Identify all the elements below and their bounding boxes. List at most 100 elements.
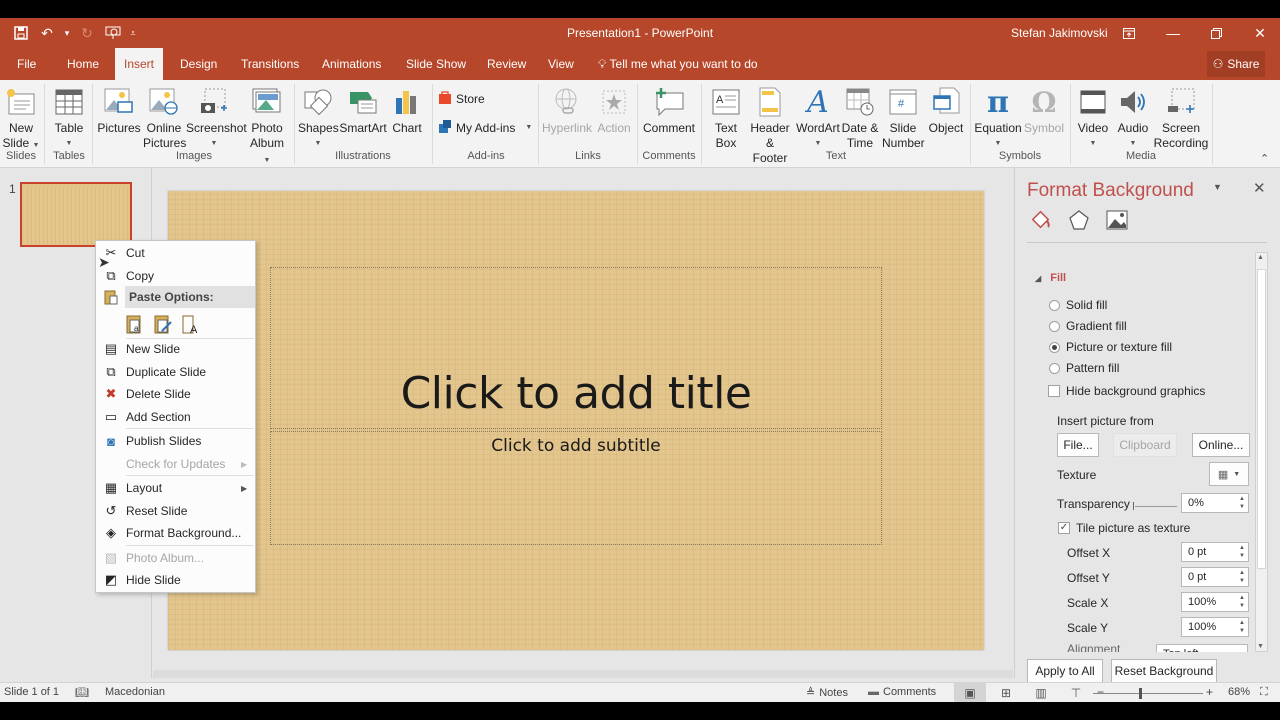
slide-sorter-view-icon[interactable]: ⊞ <box>990 683 1022 703</box>
tab-slide-show[interactable]: Slide Show <box>397 48 475 80</box>
menu-item-add-section[interactable]: ▭ Add Section <box>96 406 255 428</box>
store-button[interactable]: Store <box>438 90 485 107</box>
offset-y-spinner[interactable]: 0 pt ▲ ▼ <box>1181 567 1249 587</box>
pattern-fill-radio[interactable] <box>1049 362 1060 374</box>
pane-close-icon[interactable]: ✕ <box>1253 179 1266 197</box>
spinner-arrows-icon[interactable]: ▲ ▼ <box>1239 495 1245 511</box>
new-slide-button[interactable]: New Slide ▼ <box>2 83 40 153</box>
subtitle-placeholder[interactable]: Click to add subtitle <box>270 431 882 545</box>
scale-x-spinner[interactable]: 100% ▲ ▼ <box>1181 592 1249 612</box>
slide-thumbnail[interactable] <box>20 182 132 247</box>
date-time-button[interactable]: Date & Time <box>841 83 879 151</box>
screenshot-button[interactable]: Screenshot ▼ <box>186 83 247 151</box>
ribbon-display-options-icon[interactable] <box>1114 22 1144 44</box>
offset-x-spinner[interactable]: 0 pt ▲ ▼ <box>1181 542 1249 562</box>
slide-number-button[interactable]: # Slide Number <box>882 83 925 151</box>
fit-to-window-icon[interactable]: ⛶ <box>1260 686 1268 699</box>
menu-item-cut[interactable]: ✂ Cut <box>96 242 255 264</box>
text-box-button[interactable]: A Text Box <box>706 83 746 151</box>
close-icon[interactable]: ✕ <box>1245 22 1275 44</box>
menu-item-new-slide[interactable]: ▤ New Slide <box>96 338 255 360</box>
audio-button[interactable]: Audio ▼ <box>1114 83 1152 151</box>
online-button[interactable]: Online... <box>1192 433 1250 457</box>
spinner-arrows-icon[interactable]: ▲ ▼ <box>1239 619 1245 635</box>
menu-item-copy[interactable]: ⧉ Copy <box>96 265 255 287</box>
comment-button[interactable]: Comment <box>642 83 696 136</box>
hide-background-graphics-option[interactable]: Hide background graphics <box>1048 384 1205 398</box>
object-button[interactable]: Object <box>926 83 966 136</box>
pictures-button[interactable]: Pictures <box>96 83 142 136</box>
slide-canvas[interactable]: Click to add title Click to add subtitle <box>168 191 984 650</box>
spinner-arrows-icon[interactable]: ▲ ▼ <box>1239 544 1245 560</box>
transparency-slider[interactable] <box>1133 502 1177 510</box>
menu-item-format-background[interactable]: ◈ Format Background... <box>96 522 255 544</box>
paste-keep-source-formatting-icon[interactable] <box>152 313 174 335</box>
menu-item-reset-slide[interactable]: ↺ Reset Slide <box>96 500 255 522</box>
online-pictures-button[interactable]: Online Pictures <box>143 83 186 151</box>
alignment-dropdown[interactable]: Top left <box>1156 644 1248 652</box>
user-name[interactable]: Stefan Jakimovski <box>1011 26 1108 40</box>
tab-design[interactable]: Design <box>171 48 226 80</box>
comments-button[interactable]: ▬ Comments <box>868 686 936 698</box>
effects-pentagon-icon[interactable] <box>1067 208 1091 232</box>
restore-icon[interactable] <box>1201 22 1231 44</box>
equation-button[interactable]: π Equation ▼ <box>974 83 1022 151</box>
table-button[interactable]: Table ▼ <box>50 83 88 151</box>
spell-check-icon[interactable]: 📖︎ <box>75 686 89 699</box>
paste-use-destination-theme-icon[interactable]: a <box>124 313 146 335</box>
reading-view-icon[interactable]: ▥ <box>1025 683 1057 703</box>
hide-background-graphics-checkbox[interactable] <box>1048 385 1060 397</box>
notes-button[interactable]: ≜ Notes <box>806 686 848 700</box>
menu-item-hide-slide[interactable]: ◩ Hide Slide <box>96 569 255 591</box>
texture-picker[interactable]: ▦ ▼ <box>1209 462 1249 486</box>
fill-paint-bucket-icon[interactable] <box>1029 208 1053 232</box>
scale-y-spinner[interactable]: 100% ▲ ▼ <box>1181 617 1249 637</box>
zoom-slider[interactable] <box>1093 693 1203 694</box>
transparency-spinner[interactable]: 0% ▲ ▼ <box>1181 493 1249 513</box>
smartart-button[interactable]: SmartArt <box>339 83 387 136</box>
my-addins-button[interactable]: My Add-ins ▼ <box>438 119 532 136</box>
scroll-up-icon[interactable]: ▲ <box>1257 254 1264 261</box>
spinner-arrows-icon[interactable]: ▲ ▼ <box>1239 594 1245 610</box>
scroll-down-icon[interactable]: ▼ <box>1257 643 1264 650</box>
picture-texture-fill-radio[interactable] <box>1049 341 1060 353</box>
solid-fill-radio[interactable] <box>1049 299 1060 311</box>
screen-recording-button[interactable]: Screen Recording <box>1153 83 1209 151</box>
picture-icon[interactable] <box>1105 208 1129 232</box>
zoom-in-icon[interactable]: + <box>1206 685 1213 699</box>
tab-view[interactable]: View <box>539 48 583 80</box>
tab-review[interactable]: Review <box>478 48 535 80</box>
normal-view-icon[interactable]: ▣ <box>954 683 986 703</box>
tab-transitions[interactable]: Transitions <box>232 48 308 80</box>
zoom-out-icon[interactable]: − <box>1097 685 1104 699</box>
video-button[interactable]: Video ▼ <box>1074 83 1112 151</box>
tile-picture-checkbox[interactable]: ✓ <box>1058 522 1070 534</box>
menu-item-layout[interactable]: ▦ Layout ▶ <box>96 477 255 499</box>
picture-texture-fill-option[interactable]: Picture or texture fill <box>1049 340 1172 354</box>
apply-to-all-button[interactable]: Apply to All <box>1027 659 1103 683</box>
menu-item-publish-slides[interactable]: ◙ Publish Slides <box>96 430 255 452</box>
slide-show-view-icon[interactable]: ⊤ <box>1060 683 1092 703</box>
minimize-icon[interactable]: — <box>1158 22 1188 44</box>
pattern-fill-option[interactable]: Pattern fill <box>1049 361 1119 375</box>
title-placeholder[interactable]: Click to add title <box>270 267 882 429</box>
gradient-fill-option[interactable]: Gradient fill <box>1049 319 1127 333</box>
shapes-button[interactable]: Shapes ▼ <box>298 83 339 151</box>
file-button[interactable]: File... <box>1057 433 1099 457</box>
wordart-button[interactable]: A WordArt ▼ <box>796 83 840 151</box>
tab-file[interactable]: File <box>8 48 45 80</box>
tab-home[interactable]: Home <box>58 48 108 80</box>
tab-insert[interactable]: Insert <box>115 48 164 80</box>
zoom-slider-thumb[interactable] <box>1139 688 1142 699</box>
pane-scrollbar[interactable]: ▲ ▼ <box>1255 252 1268 652</box>
share-button[interactable]: ⚇ Share <box>1207 51 1265 77</box>
horizontal-scrollbar[interactable] <box>153 670 1013 678</box>
solid-fill-option[interactable]: Solid fill <box>1049 298 1107 312</box>
tile-picture-option[interactable]: ✓ Tile picture as texture <box>1058 521 1190 535</box>
paste-keep-text-only-icon[interactable]: A <box>180 313 202 335</box>
zoom-level[interactable]: 68% <box>1228 686 1250 698</box>
menu-item-delete-slide[interactable]: ✖ Delete Slide <box>96 383 255 405</box>
pane-options-dropdown-icon[interactable]: ▼ <box>1213 182 1222 192</box>
tell-me-search[interactable]: 💡︎ Tell me what you want to do <box>598 48 758 80</box>
collapse-ribbon-icon[interactable]: ⌃ <box>1260 152 1269 165</box>
